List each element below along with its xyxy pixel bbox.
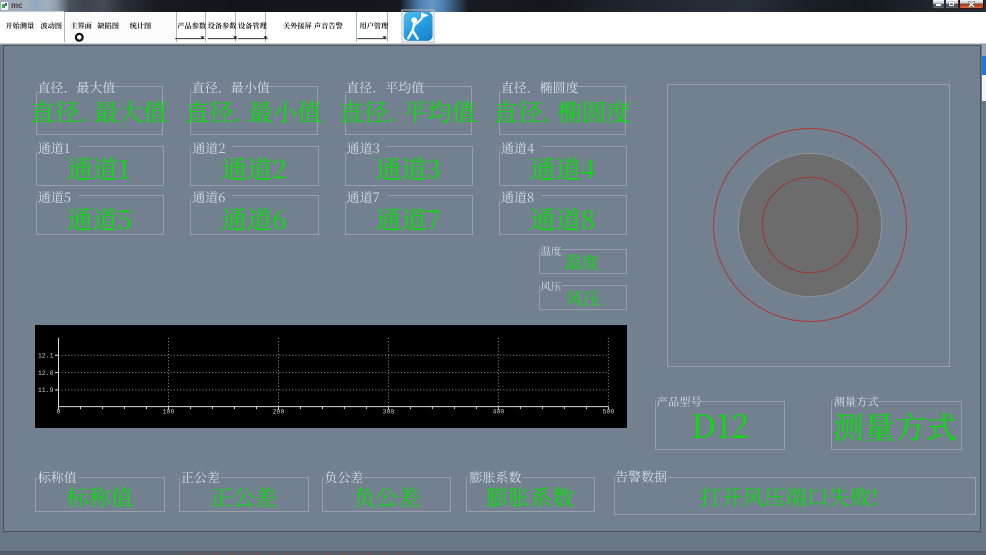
- svg-text:12.1: 12.1: [38, 352, 54, 359]
- svg-text:200: 200: [273, 409, 285, 416]
- svg-text:100: 100: [163, 409, 175, 416]
- svg-text:12.0: 12.0: [38, 370, 54, 377]
- svg-text:300: 300: [383, 409, 395, 416]
- svg-text:500: 500: [603, 409, 615, 416]
- svg-text:11.9: 11.9: [38, 387, 54, 394]
- svg-text:400: 400: [493, 409, 505, 416]
- svg-text:0: 0: [57, 409, 61, 416]
